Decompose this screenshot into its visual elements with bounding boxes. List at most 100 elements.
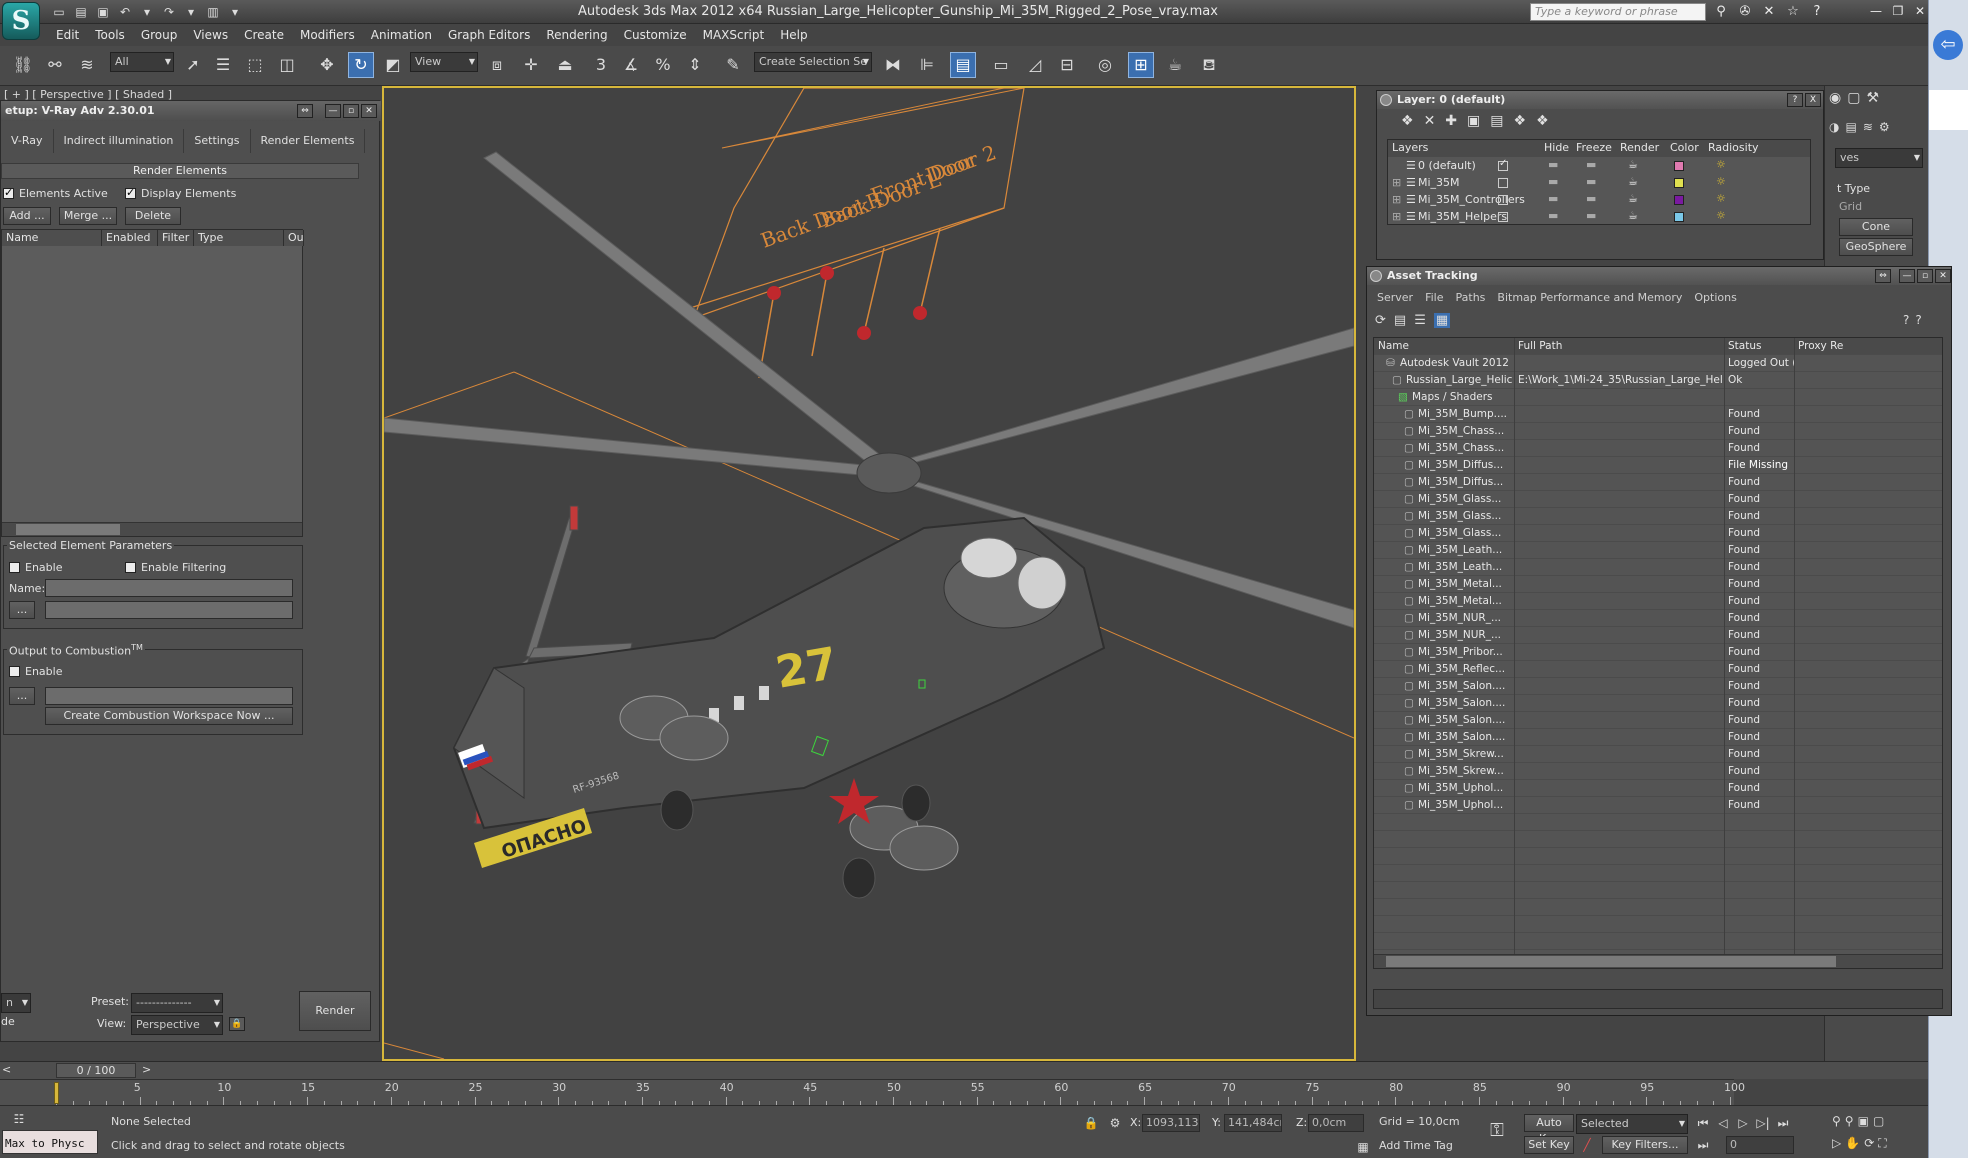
column-filter[interactable]: Filter bbox=[158, 230, 194, 246]
layer-row[interactable]: ☰ 0 (default) ✓ ▬ ▬ ☕ ☼ bbox=[1388, 158, 1810, 175]
material-editor-icon[interactable]: ◎ bbox=[1092, 52, 1118, 78]
asset-name[interactable]: Mi_35M_Pribor... bbox=[1418, 644, 1512, 661]
perspective-viewport[interactable]: Back Door R Back Door L Front Door 2 Doo… bbox=[382, 86, 1356, 1061]
set-key-button[interactable]: Set Key bbox=[1524, 1136, 1574, 1154]
asset-close-button[interactable]: ✕ bbox=[1935, 269, 1951, 283]
asset-menu-server[interactable]: Server bbox=[1371, 289, 1419, 307]
asset-name[interactable]: Mi_35M_Chass... bbox=[1418, 423, 1512, 440]
project-folder-icon[interactable]: ▥ bbox=[204, 3, 222, 21]
delete-element-button[interactable]: Delete bbox=[125, 207, 181, 225]
radiosity-column[interactable]: Radiosity bbox=[1708, 141, 1759, 154]
detail-view-icon[interactable]: ☰ bbox=[1414, 313, 1426, 328]
geometry-icon[interactable]: ◑ bbox=[1829, 120, 1839, 134]
current-frame-marker[interactable] bbox=[54, 1082, 59, 1104]
table-row[interactable]: ▢ Mi_35M_Chass... Found bbox=[1374, 440, 1942, 457]
layer-close-button[interactable]: X bbox=[1805, 93, 1821, 107]
table-row[interactable]: ▢ Mi_35M_NUR_... Found bbox=[1374, 627, 1942, 644]
whats-this-icon[interactable]: ? bbox=[1915, 313, 1921, 327]
zoom-all-icon[interactable]: ⚲ bbox=[1845, 1114, 1854, 1128]
keyboard-shortcut-toggle-icon[interactable]: ⏏ bbox=[552, 52, 578, 78]
time-slider-thumb[interactable]: 0 / 100 bbox=[56, 1063, 136, 1078]
table-row[interactable]: ▢ Mi_35M_Diffus... File Missing bbox=[1374, 457, 1942, 474]
lights-icon[interactable]: ≋ bbox=[1863, 120, 1873, 134]
layer-manager-icon[interactable]: ▤ bbox=[950, 52, 976, 78]
open-file-icon[interactable]: ▤ bbox=[72, 3, 90, 21]
tab-v-ray[interactable]: V-Ray bbox=[1, 129, 54, 153]
pan-icon[interactable]: ✋ bbox=[1845, 1136, 1860, 1151]
reference-coordinate-dropdown[interactable]: View bbox=[410, 52, 478, 72]
time-slider-next[interactable]: > bbox=[142, 1063, 151, 1076]
asset-name[interactable]: Mi_35M_Uphol... bbox=[1418, 780, 1512, 797]
render-toggle-icon[interactable]: ☕ bbox=[1628, 175, 1638, 188]
asset-name[interactable]: Mi_35M_Metal... bbox=[1418, 593, 1512, 610]
radiosity-toggle-icon[interactable]: ☼ bbox=[1716, 192, 1726, 205]
utilities-tab-icon[interactable]: ▢ bbox=[1847, 90, 1860, 106]
pivot-center-icon[interactable]: ⧈ bbox=[484, 52, 510, 78]
layer-current-box[interactable] bbox=[1498, 178, 1508, 188]
column-name[interactable]: Name bbox=[2, 230, 102, 246]
layer-help-button[interactable]: ? bbox=[1787, 93, 1803, 107]
table-row[interactable]: ▢ Mi_35M_Salon.... Found bbox=[1374, 729, 1942, 746]
asset-name[interactable]: Mi_35M_Skrew... bbox=[1418, 746, 1512, 763]
hide-column[interactable]: Hide bbox=[1544, 141, 1569, 154]
table-row[interactable]: ⛁ Autodesk Vault 2012 Logged Out (... bbox=[1374, 355, 1942, 372]
asset-horizontal-scrollbar[interactable] bbox=[1374, 954, 1942, 968]
help-icon[interactable]: ? bbox=[1808, 3, 1826, 21]
table-row[interactable]: ▢ Mi_35M_Metal... Found bbox=[1374, 576, 1942, 593]
render-elements-rollout[interactable]: Render Elements bbox=[1, 163, 359, 179]
redo-dropdown-icon[interactable]: ▾ bbox=[182, 3, 200, 21]
selection-lock-icon[interactable]: 🔒 bbox=[1082, 1114, 1100, 1132]
enable-element-checkbox[interactable] bbox=[9, 562, 20, 573]
asset-name[interactable]: Mi_35M_Leath... bbox=[1418, 559, 1512, 576]
layer-current-box[interactable] bbox=[1498, 195, 1508, 205]
close-button[interactable]: ✕ bbox=[1910, 2, 1930, 20]
radiosity-toggle-icon[interactable]: ☼ bbox=[1716, 175, 1726, 188]
color-column[interactable]: Color bbox=[1670, 141, 1699, 154]
object-type-rollout[interactable]: t Type bbox=[1837, 182, 1870, 195]
unlink-icon[interactable]: ⚯ bbox=[42, 52, 68, 78]
percent-snap-icon[interactable]: % bbox=[650, 52, 676, 78]
table-row[interactable]: ▢ Mi_35M_Uphol... Found bbox=[1374, 797, 1942, 814]
schematic-view-icon[interactable]: ⊟ bbox=[1054, 52, 1080, 78]
layer-row[interactable]: ⊞ ☰ Mi_35M ▬ ▬ ☕ ☼ bbox=[1388, 175, 1810, 192]
asset-name[interactable]: Mi_35M_Glass... bbox=[1418, 508, 1512, 525]
asset-name[interactable]: Mi_35M_Salon.... bbox=[1418, 729, 1512, 746]
align-icon[interactable]: ⊫ bbox=[914, 52, 940, 78]
helpers-icon[interactable]: ⚙ bbox=[1879, 120, 1890, 134]
menu-modifiers[interactable]: Modifiers bbox=[292, 24, 363, 46]
field-of-view-icon[interactable]: ▷ bbox=[1832, 1136, 1841, 1151]
render-setup-icon[interactable]: ⊞ bbox=[1128, 52, 1154, 78]
asset-menu-paths[interactable]: Paths bbox=[1450, 289, 1492, 307]
hide-toggle-icon[interactable]: ▬ bbox=[1548, 209, 1558, 222]
panel-minimize-button[interactable]: — bbox=[325, 104, 341, 118]
asset-pin-icon[interactable]: ⇔ bbox=[1875, 269, 1891, 283]
zoom-extents-icon[interactable]: ▣ bbox=[1858, 1114, 1869, 1128]
elements-active-checkbox[interactable] bbox=[3, 186, 14, 199]
hide-toggle-icon[interactable]: ▬ bbox=[1548, 192, 1558, 205]
table-row[interactable]: ▢ Mi_35M_Glass... Found bbox=[1374, 508, 1942, 525]
layer-current-box[interactable] bbox=[1498, 212, 1508, 222]
asset-name[interactable]: Mi_35M_Reflec... bbox=[1418, 661, 1512, 678]
menu-graph-editors[interactable]: Graph Editors bbox=[440, 24, 538, 46]
asset-name[interactable]: Mi_35M_Leath... bbox=[1418, 542, 1512, 559]
asset-name[interactable]: Mi_35M_Diffus... bbox=[1418, 474, 1512, 491]
combustion-browse-button[interactable]: ... bbox=[9, 687, 35, 705]
layer-color-swatch[interactable] bbox=[1674, 212, 1684, 222]
asset-tracking-title[interactable]: Asset Tracking bbox=[1367, 267, 1951, 285]
asset-name[interactable]: Mi_35M_Salon.... bbox=[1418, 678, 1512, 695]
freeze-toggle-icon[interactable]: ▬ bbox=[1586, 158, 1596, 171]
customize-dropdown-icon[interactable]: ▾ bbox=[226, 3, 244, 21]
table-row[interactable]: ▢ Mi_35M_Salon.... Found bbox=[1374, 695, 1942, 712]
undo-dropdown-icon[interactable]: ▾ bbox=[138, 3, 156, 21]
help-icon[interactable]: ? bbox=[1903, 313, 1909, 327]
current-frame-field[interactable]: 0 bbox=[1726, 1136, 1794, 1154]
render-mode-dropdown[interactable]: n bbox=[1, 993, 31, 1013]
expand-icon[interactable]: ⊞ bbox=[1392, 193, 1401, 206]
play-icon[interactable]: ▷ bbox=[1734, 1114, 1752, 1132]
menu-customize[interactable]: Customize bbox=[616, 24, 695, 46]
door-sliders[interactable] bbox=[758, 227, 941, 379]
table-row[interactable]: ▢ Mi_35M_Leath... Found bbox=[1374, 559, 1942, 576]
binoculars-icon[interactable]: ⚲ bbox=[1712, 3, 1730, 21]
radiosity-toggle-icon[interactable]: ☼ bbox=[1716, 158, 1726, 171]
menu-maxscript[interactable]: MAXScript bbox=[695, 24, 773, 46]
